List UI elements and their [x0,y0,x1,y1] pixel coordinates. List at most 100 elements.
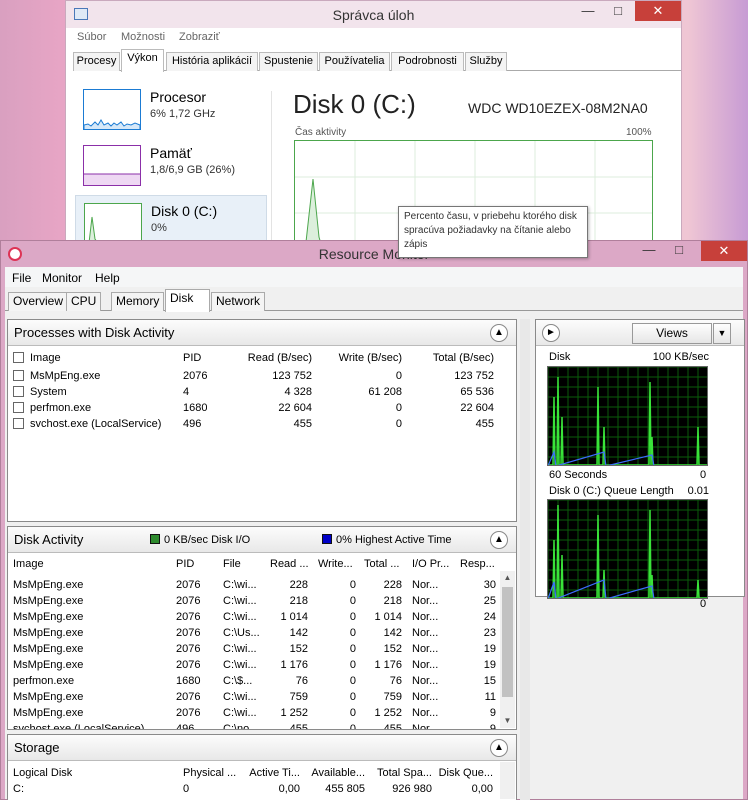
views-button[interactable]: Views [632,323,712,344]
tab-spustenie[interactable]: Spustenie [259,52,318,71]
maximize-icon[interactable]: □ [665,242,693,257]
processes-section-header[interactable]: Processes with Disk Activity ▲ [8,320,516,346]
collapse-icon[interactable]: ▲ [490,739,508,757]
views-dropdown-icon[interactable]: ▼ [713,323,731,344]
tab-disk[interactable]: Disk [165,289,210,312]
cell-image: MsMpEng.exe [13,691,84,703]
close-icon[interactable]: ✕ [701,241,747,261]
tab-memory[interactable]: Memory [111,292,165,311]
tab-network[interactable]: Network [211,292,266,311]
column-total[interactable]: Total ... [364,558,399,570]
menu-file[interactable]: File [12,271,31,285]
table-row[interactable]: MsMpEng.exe 2076 123 752 0 123 752 [8,370,516,386]
cell-io-priority: Nor... [412,579,439,591]
storage-section-header[interactable]: Storage ▲ [8,735,516,761]
scroll-thumb[interactable] [502,587,513,697]
disk-activity-scrollbar[interactable]: ▲ ▼ [500,571,515,728]
table-row[interactable]: perfmon.exe 1680 22 604 0 22 604 [8,402,516,418]
scroll-up-icon[interactable]: ▲ [500,571,515,585]
processor-thumbnail-graph [83,89,141,130]
table-row[interactable]: perfmon.exe 1680 C:\$... 76 0 76 Nor... 15 [8,675,516,691]
table-row[interactable]: MsMpEng.exe 2076 C:\wi... 218 0 218 Nor... 25 [8,595,516,611]
column-available[interactable]: Available... [308,767,365,779]
disk-activity-section-header[interactable]: Disk Activity 0 KB/sec Disk I/O 0% Highe… [8,527,516,553]
graph-pane: ► Views ▼ Disk 100 KB/sec 60 Seconds 0 D… [535,319,745,610]
minimize-icon[interactable]: — [635,242,663,257]
column-disk-queue[interactable]: Disk Que... [436,767,493,779]
tab-historia[interactable]: História aplikácií [166,52,258,71]
column-read[interactable]: Read (B/sec) [230,352,312,364]
column-pid[interactable]: PID [183,352,201,364]
column-logical-disk[interactable]: Logical Disk [13,767,72,779]
column-image[interactable]: Image [30,352,61,364]
cell-pid: 496 [183,418,202,430]
column-active-time[interactable]: Active Ti... [246,767,300,779]
collapse-icon[interactable]: ▲ [490,324,508,342]
expand-icon[interactable]: ► [542,324,560,342]
graph1-max: 100 KB/sec [652,351,709,363]
table-row[interactable]: svchost.exe (LocalService) 496 455 0 455 [8,418,516,434]
table-row[interactable]: MsMpEng.exe 2076 C:\wi... 759 0 759 Nor... 11 [8,691,516,707]
column-write[interactable]: Write... [318,558,353,570]
table-row[interactable]: MsMpEng.exe 2076 C:\Us... 142 0 142 Nor... 23 [8,627,516,643]
menu-subor[interactable]: Súbor [77,31,106,43]
perf-item-disk[interactable]: Disk 0 (C:) 0% [75,195,267,244]
row-checkbox[interactable] [13,402,24,414]
tab-pouzivatelia[interactable]: Používatelia [319,52,390,71]
column-physical[interactable]: Physical ... [183,767,236,779]
row-checkbox[interactable] [13,370,24,382]
menu-zobrazit[interactable]: Zobraziť [179,31,220,43]
tab-cpu[interactable]: CPU [66,292,102,311]
disk-io-legend: 0 KB/sec Disk I/O [150,534,250,546]
task-manager-titlebar[interactable]: Správca úloh — □ ✕ [66,1,681,28]
table-row[interactable]: C: 0 0,00 455 805 926 980 0,00 [8,783,516,799]
scroll-down-icon[interactable]: ▼ [500,714,515,728]
minimize-icon[interactable]: — [575,3,601,18]
cell-pid: 2076 [176,643,201,655]
cell-pid: 1680 [183,402,208,414]
table-row[interactable]: MsMpEng.exe 2076 C:\wi... 152 0 152 Nor... 19 [8,643,516,659]
menu-monitor[interactable]: Monitor [42,271,82,285]
column-pid[interactable]: PID [176,558,194,570]
column-read[interactable]: Read ... [270,558,309,570]
menu-moznosti[interactable]: Možnosti [121,31,165,43]
maximize-icon[interactable]: □ [605,3,631,18]
main-scrollbar[interactable] [520,319,530,800]
tab-sluzby[interactable]: Služby [465,52,507,71]
perf-item-processor[interactable]: Procesor 6% 1,72 GHz [75,82,267,130]
table-row[interactable]: MsMpEng.exe 2076 C:\wi... 1 252 0 1 252 Nor...… [8,707,516,723]
cell-pid: 2076 [176,691,201,703]
task-manager-tabs: Procesy Výkon História aplikácií Spusten… [73,49,681,72]
active-time-legend-text: 0% Highest Active Time [336,534,452,546]
resource-monitor-titlebar[interactable]: Resource Monitor — □ ✕ [1,241,747,267]
column-image[interactable]: Image [13,558,44,570]
storage-scrollbar[interactable] [500,762,515,799]
close-icon[interactable]: ✕ [635,1,681,21]
column-file[interactable]: File [223,558,241,570]
row-checkbox[interactable] [13,386,24,398]
cell-total: 455 [383,723,402,730]
cell-read: 1 176 [280,659,308,671]
table-row[interactable]: svchost.exe (LocalService) 496 C:\no... 455… [8,723,516,730]
table-row[interactable]: MsMpEng.exe 2076 C:\wi... 1 176 0 1 176 Nor...… [8,659,516,675]
tab-vykon[interactable]: Výkon [121,49,164,72]
tab-procesy[interactable]: Procesy [73,52,120,71]
tab-podrobnosti[interactable]: Podrobnosti [391,52,464,71]
column-write[interactable]: Write (B/sec) [318,352,402,364]
cell-total: 1 014 [374,611,402,623]
column-io-priority[interactable]: I/O Pr... [412,558,449,570]
row-checkbox[interactable] [13,418,24,430]
perf-item-memory[interactable]: Pamäť 1,8/6,9 GB (26%) [75,138,267,186]
collapse-icon[interactable]: ▲ [490,531,508,549]
cell-write: 0 [349,579,356,591]
column-response[interactable]: Resp... [460,558,495,570]
cell-file: C:\no... [223,723,259,730]
column-total-space[interactable]: Total Spa... [372,767,432,779]
menu-help[interactable]: Help [95,271,120,285]
select-all-checkbox[interactable] [13,352,24,364]
table-row[interactable]: MsMpEng.exe 2076 C:\wi... 1 014 0 1 014 Nor...… [8,611,516,627]
table-row[interactable]: System 4 4 328 61 208 65 536 [8,386,516,402]
tab-overview[interactable]: Overview [8,292,69,311]
table-row[interactable]: MsMpEng.exe 2076 C:\wi... 228 0 228 Nor... 30 [8,579,516,595]
column-total[interactable]: Total (B/sec) [408,352,494,364]
